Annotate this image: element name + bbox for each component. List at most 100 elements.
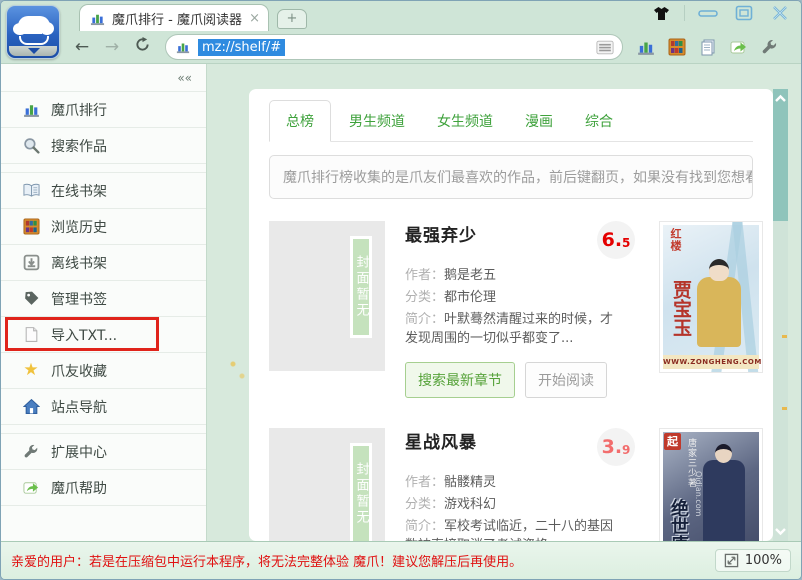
tag-icon xyxy=(22,290,40,308)
vertical-scrollbar[interactable] xyxy=(773,89,788,541)
sidebar-item-label: 搜索作品 xyxy=(51,138,107,155)
chart-icon xyxy=(22,101,40,119)
scroll-down-icon[interactable] xyxy=(774,527,787,536)
start-reading-button[interactable]: 开始阅读 xyxy=(525,362,607,399)
sidebar-item-site-nav[interactable]: 站点导航 xyxy=(1,389,206,425)
no-cover-ribbon: 封面暂无 xyxy=(350,236,372,338)
search-latest-chapters-button[interactable]: 搜索最新章节 xyxy=(405,362,515,399)
skin-tshirt-icon[interactable] xyxy=(648,5,674,21)
no-cover-label: 封面暂无 xyxy=(353,255,369,319)
sidebar-group-gap xyxy=(1,425,206,434)
rank-chart-icon xyxy=(88,9,106,27)
star-icon: ★ xyxy=(23,360,39,380)
book-info: 最强弃少 6. 5 作者：鹅是老五 分类：都市伦理 简介：叶默蓦然清醒过来的时候… xyxy=(405,221,637,399)
intro-label: 简介： xyxy=(405,311,445,327)
scrollbar-thumb[interactable] xyxy=(773,89,788,221)
book-author-line: 作者：鹅是老五 xyxy=(405,267,637,286)
cover-title-text: 绝世唐门 xyxy=(668,499,689,541)
book-cover-image[interactable]: 起 唐家三少著 Qidian.com 绝世唐门 xyxy=(659,428,763,541)
home-icon xyxy=(22,398,40,416)
refresh-button[interactable] xyxy=(127,37,157,57)
category-value: 都市伦理 xyxy=(444,289,497,305)
sidebar-item-rank[interactable]: 魔爪排行 xyxy=(1,92,206,128)
status-bar: 亲爱的用户：若是在压缩包中运行本程序，将无法完整体验 魔爪！建议您解压后再使用。… xyxy=(1,541,801,579)
author-label: 作者： xyxy=(405,268,445,283)
title-bar: 魔爪排行 - 魔爪阅读器 × + xyxy=(1,1,801,31)
tab-overall[interactable]: 总榜 xyxy=(269,100,331,142)
rank-tabs: 总榜 男生频道 女生频道 漫画 综合 xyxy=(269,100,753,142)
logo-dropdown-arrow-icon xyxy=(28,48,40,54)
back-button[interactable]: ← xyxy=(67,37,97,57)
intro-label: 简介： xyxy=(405,519,445,535)
scroll-marker xyxy=(782,407,787,410)
minimize-button[interactable] xyxy=(695,5,721,21)
url-input[interactable]: mz://shelf/# xyxy=(198,38,286,56)
cover-placeholder: 封面暂无 xyxy=(269,428,385,541)
address-bar[interactable]: mz://shelf/# xyxy=(165,34,623,60)
category-value: 游戏科幻 xyxy=(444,497,497,513)
tab-misc[interactable]: 综合 xyxy=(571,101,627,141)
share-toolbar-icon[interactable] xyxy=(730,38,748,56)
scroll-up-icon[interactable] xyxy=(774,94,787,103)
forward-button[interactable]: → xyxy=(97,37,127,57)
browser-window: 魔爪排行 - 魔爪阅读器 × + ← → mz://shelf/# «« 魔爪排… xyxy=(0,0,802,580)
category-label: 分类： xyxy=(405,289,445,305)
app-logo-button[interactable] xyxy=(6,5,60,59)
resize-zoom-icon xyxy=(724,553,739,568)
wrench-icon xyxy=(22,443,40,461)
tab-comics[interactable]: 漫画 xyxy=(511,101,567,141)
book-cover-image[interactable]: 红楼 贾宝玉 WWW.ZONGHENG.COM xyxy=(659,221,763,373)
app-window: 魔爪排行 - 魔爪阅读器 × + ← → mz://shelf/# «« 魔爪排… xyxy=(0,0,802,580)
status-warning-text: 亲爱的用户：若是在压缩包中运行本程序，将无法完整体验 魔爪！建议您解压后再使用。 xyxy=(11,555,523,570)
scroll-marker xyxy=(782,335,787,338)
sidebar-item-label: 爪友收藏 xyxy=(51,363,107,380)
close-button[interactable] xyxy=(767,5,793,21)
book-row: 封面暂无 星战风暴 3. 9 作者：骷髅精灵 分类：游戏科幻 简介：军校考试临近… xyxy=(249,398,773,541)
book-title[interactable]: 最强弃少 xyxy=(405,221,477,246)
url-favicon-chart-icon xyxy=(174,38,192,56)
book-row: 封面暂无 最强弃少 6. 5 作者：鹅是老五 分类：都市伦理 简介：叶默蓦然清醒… xyxy=(249,199,773,399)
sidebar-item-label: 管理书签 xyxy=(51,291,107,308)
book-info: 星战风暴 3. 9 作者：骷髅精灵 分类：游戏科幻 简介：军校考试临近，二十八的… xyxy=(405,428,637,541)
browser-tab[interactable]: 魔爪排行 - 魔爪阅读器 × xyxy=(79,4,269,31)
sidebar: «« 魔爪排行 搜索作品 在线书架 浏览历史 离线书架 管理书签 导入TXT..… xyxy=(1,64,207,541)
sidebar-item-extensions[interactable]: 扩展中心 xyxy=(1,434,206,470)
sidebar-group-gap xyxy=(1,164,206,173)
wrench-toolbar-icon[interactable] xyxy=(761,38,779,56)
book-category-line: 分类：都市伦理 xyxy=(405,289,637,308)
bookshelf-icon xyxy=(22,218,40,236)
address-menu-list-icon[interactable] xyxy=(596,38,614,56)
sidebar-item-label: 离线书架 xyxy=(51,255,107,272)
bookshelf-toolbar-icon[interactable] xyxy=(668,38,686,56)
sidebar-item-offline-shelf[interactable]: 离线书架 xyxy=(1,245,206,281)
no-cover-ribbon: 封面暂无 xyxy=(350,443,372,541)
sidebar-item-favorites[interactable]: ★ 爪友收藏 xyxy=(1,353,206,389)
sidebar-item-online-shelf[interactable]: 在线书架 xyxy=(1,173,206,209)
sidebar-item-bookmarks[interactable]: 管理书签 xyxy=(1,281,206,317)
sidebar-item-history[interactable]: 浏览历史 xyxy=(1,209,206,245)
pages-copy-toolbar-icon[interactable] xyxy=(699,38,717,56)
book-title[interactable]: 星战风暴 xyxy=(405,428,477,453)
tab-male-channel[interactable]: 男生频道 xyxy=(335,101,419,141)
sidebar-item-import-txt[interactable]: 导入TXT... xyxy=(1,317,206,353)
cover-site-text: WWW.ZONGHENG.COM xyxy=(663,355,761,369)
rank-chart-toolbar-icon[interactable] xyxy=(637,38,655,56)
rating-int: 3. xyxy=(601,436,623,459)
sidebar-collapse-button[interactable]: «« xyxy=(1,64,206,92)
new-tab-button[interactable]: + xyxy=(277,9,307,29)
maximize-button[interactable] xyxy=(731,5,757,21)
no-cover-label: 封面暂无 xyxy=(353,462,369,527)
sidebar-item-label: 导入TXT... xyxy=(51,327,118,344)
sidebar-item-label: 扩展中心 xyxy=(51,444,107,461)
zoom-control[interactable]: 100% xyxy=(714,549,791,572)
cover-series-text: 红楼 xyxy=(669,228,682,252)
cover-placeholder: 封面暂无 xyxy=(269,221,385,371)
sidebar-item-label: 魔爪排行 xyxy=(51,102,107,119)
sidebar-item-help[interactable]: 魔爪帮助 xyxy=(1,470,206,506)
blank-page-icon xyxy=(22,326,40,344)
sidebar-item-search[interactable]: 搜索作品 xyxy=(1,128,206,164)
tab-female-channel[interactable]: 女生频道 xyxy=(423,101,507,141)
category-label: 分类： xyxy=(405,497,445,513)
tab-close-icon[interactable]: × xyxy=(249,11,260,26)
rating-dec: 9 xyxy=(622,442,631,457)
